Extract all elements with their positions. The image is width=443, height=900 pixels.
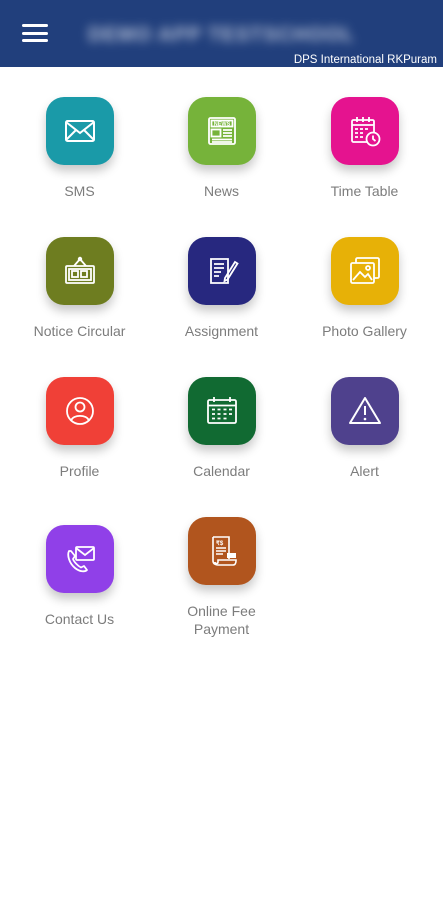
timetable-icon [350, 117, 380, 147]
tile-label: Assignment [184, 323, 259, 339]
tile-alert[interactable]: Alert [293, 377, 436, 480]
tile-assignment[interactable]: Assignment [150, 237, 293, 340]
tile-profile[interactable]: Profile [8, 377, 151, 480]
tile-notice-circular[interactable]: Notice Circular [8, 237, 151, 340]
app-bar: DEMO APP TESTSCHOOL DPS International RK… [0, 0, 443, 67]
newspaper-icon: NEWS [207, 117, 236, 145]
alert-tile-icon-box[interactable] [330, 377, 399, 445]
tile-time-table[interactable]: Time Table [293, 97, 436, 200]
tile-label: SMS [64, 183, 95, 199]
calendar-tile-icon-box[interactable] [187, 377, 256, 445]
tile-label: News [203, 183, 239, 199]
tile-label: Online Fee Payment [187, 603, 256, 637]
news-tile-icon-box[interactable]: NEWS [187, 97, 256, 165]
app-title: DEMO APP TESTSCHOOL [88, 24, 353, 46]
profile-icon [65, 397, 94, 425]
notice-board-icon [64, 256, 95, 284]
hamburger-menu-icon[interactable] [22, 22, 48, 44]
profile-tile-icon-box[interactable] [45, 377, 114, 445]
assignment-icon [209, 258, 239, 284]
notice-circular-tile-icon-box[interactable] [45, 237, 114, 305]
sms-tile-icon-box[interactable] [45, 97, 114, 165]
assignment-tile-icon-box[interactable] [187, 237, 256, 305]
tile-online-fee-payment[interactable]: ₹$ Online Fee Payment [150, 517, 293, 638]
online-fee-payment-tile-icon-box[interactable]: ₹$ [187, 517, 256, 585]
contact-us-tile-icon-box[interactable] [45, 525, 114, 593]
tile-label: Contact Us [44, 611, 115, 627]
envelope-icon [64, 120, 95, 142]
photo-gallery-tile-icon-box[interactable] [330, 237, 399, 305]
tile-label: Notice Circular [33, 323, 126, 339]
tile-calendar[interactable]: Calendar [150, 377, 293, 480]
svg-text:₹$: ₹$ [216, 540, 224, 547]
school-name: DPS International RKPuram [293, 54, 437, 66]
photo-gallery-icon [349, 257, 380, 284]
tile-photo-gallery[interactable]: Photo Gallery [293, 237, 436, 340]
tile-label: Profile [59, 463, 100, 479]
tile-contact-us[interactable]: Contact Us [8, 525, 151, 628]
tile-news[interactable]: NEWS News [150, 97, 293, 200]
tile-label: Alert [350, 463, 379, 479]
time-table-tile-icon-box[interactable] [330, 97, 399, 165]
tile-label: Time Table [330, 183, 399, 199]
contact-icon [66, 546, 95, 573]
fee-receipt-icon: ₹$ [211, 536, 237, 566]
tile-sms[interactable]: SMS [8, 97, 151, 200]
alert-icon [348, 397, 381, 424]
svg-text:NEWS: NEWS [213, 122, 230, 128]
tile-label: Photo Gallery [322, 323, 407, 339]
tile-label: Calendar [193, 463, 250, 479]
calendar-icon [206, 397, 237, 424]
